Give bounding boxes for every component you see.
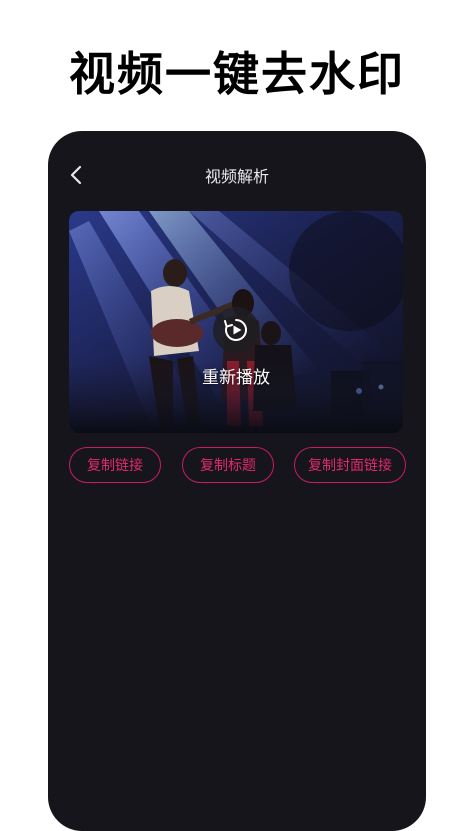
action-row: 复制链接 复制标题 复制封面链接 (48, 447, 426, 483)
replay-glyph-icon (224, 319, 247, 341)
page-title: 视频解析 (204, 167, 269, 186)
video-player[interactable]: 重新播放 (69, 211, 403, 433)
replay-label[interactable]: 重新播放 (202, 363, 270, 388)
copy-title-button[interactable]: 复制标题 (182, 447, 274, 483)
copy-link-button[interactable]: 复制链接 (69, 447, 161, 483)
replay-icon[interactable] (213, 307, 259, 353)
nav-bar: 视频解析 (48, 157, 426, 193)
phone-screen: 视频解析 重新播放 复制链接 复制标题 复制封面链接 (48, 131, 426, 831)
copy-cover-link-button[interactable]: 复制封面链接 (294, 447, 406, 483)
chevron-left-icon (70, 165, 82, 185)
promo-title: 视频一键去水印 (69, 47, 405, 101)
back-button[interactable] (62, 161, 90, 189)
replay-control: 重新播放 (69, 307, 403, 388)
